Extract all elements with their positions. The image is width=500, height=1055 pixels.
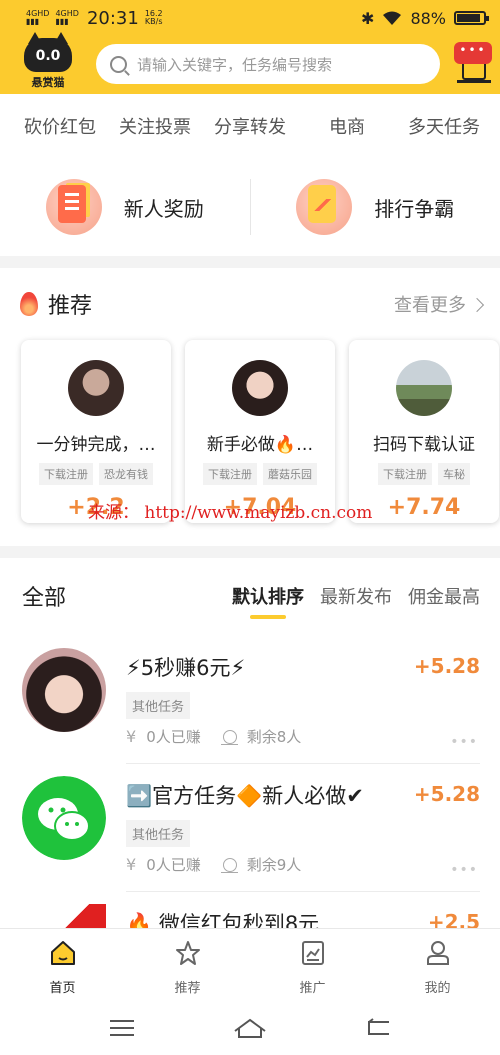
tag: 蘑菇乐园 — [263, 463, 317, 485]
task-price: +2.5 — [427, 910, 480, 928]
earned-count: 0人已赚 — [146, 728, 201, 746]
task-title: 🔥 微信红包秒到8元 — [126, 912, 320, 928]
nav-recommend[interactable]: 推荐 — [125, 929, 250, 1000]
bluetooth-icon: ✱ — [361, 8, 375, 28]
avatar — [232, 360, 288, 416]
promo-row: 新人奖励 排行争霸 — [0, 158, 500, 256]
tag: 下载注册 — [39, 463, 93, 485]
task-title: ➡️官方任务🔶新人必做✔ — [126, 784, 364, 808]
more-options-icon[interactable]: ••• — [450, 734, 478, 750]
task-tag: 其他任务 — [126, 820, 191, 847]
nav-label: 我的 — [424, 981, 451, 996]
task-list-icon — [45, 179, 102, 235]
search-placeholder: 请输入关键字，任务编号搜索 — [137, 55, 333, 74]
person-icon — [220, 729, 238, 745]
person-icon — [220, 857, 238, 873]
category-tab[interactable]: 砍价红包 — [24, 113, 96, 139]
task-item[interactable]: ➡️官方任务🔶新人必做✔ +5.28 其他任务 ¥ 0人已赚 剩余9人 ••• — [0, 764, 500, 892]
nav-label: 首页 — [49, 981, 76, 996]
recommend-card[interactable]: 新手必做🔥… 下载注册 蘑菇乐园 +7.04 — [185, 340, 335, 523]
red-flag-icon — [22, 904, 106, 928]
tag: 下载注册 — [203, 463, 257, 485]
system-nav-bar — [0, 1000, 500, 1055]
earned-count: 0人已赚 — [146, 856, 201, 874]
tag: 下载注册 — [378, 463, 432, 485]
notification-icon: ••• — [454, 42, 492, 64]
nav-promote[interactable]: 推广 — [250, 929, 375, 1000]
chevron-right-icon — [469, 297, 485, 313]
remaining-count: 剩余9人 — [246, 856, 302, 874]
category-tabs: 砍价红包 关注投票 分享转发 电商 多天任务 — [0, 94, 500, 158]
yen-icon: ¥ — [126, 727, 137, 746]
avatar — [68, 360, 124, 416]
task-title: ⚡5秒赚6元⚡ — [126, 656, 246, 680]
card-title: 新手必做🔥… — [206, 435, 314, 455]
sort-newest-tab[interactable]: 最新发布 — [320, 583, 392, 609]
home-icon — [50, 941, 75, 965]
search-input[interactable]: 请输入关键字，任务编号搜索 — [96, 44, 440, 84]
section-title: 全部 — [22, 586, 67, 611]
star-icon — [175, 941, 200, 965]
more-options-icon[interactable]: ••• — [450, 862, 478, 878]
sort-commission-tab[interactable]: 佣金最高 — [408, 583, 480, 609]
app-logo[interactable]: 0.0 悬赏猫 — [22, 32, 74, 92]
see-more-link[interactable]: 查看更多 — [394, 291, 485, 317]
cat-logo-icon: 0.0 — [24, 32, 72, 72]
battery-icon — [454, 11, 489, 25]
avatar — [396, 360, 452, 416]
yen-icon: ¥ — [126, 855, 137, 874]
promo-label: 新人奖励 — [123, 196, 204, 221]
promo-label: 排行争霸 — [374, 196, 455, 221]
network-speed: 16.2 KB/s — [144, 9, 163, 26]
recommend-card[interactable]: 扫码下载认证 下载注册 车秘 +7.74 — [349, 340, 499, 523]
profile-icon — [426, 941, 449, 965]
wechat-icon — [22, 776, 106, 860]
status-bar: 4GHD ▮▮▮ 4GHD ▮▮▮ 20:31 16.2 KB/s ✱ 88% — [0, 0, 500, 36]
ranking-button[interactable]: 排行争霸 — [251, 179, 500, 235]
remaining-count: 剩余8人 — [246, 728, 302, 746]
task-tag: 其他任务 — [126, 692, 191, 719]
search-icon — [110, 55, 127, 73]
home-system-icon[interactable] — [233, 1017, 267, 1039]
recommend-card[interactable]: 一分钟完成，… 下载注册 恐龙有钱 +2.2 — [21, 340, 171, 523]
nav-label: 推荐 — [174, 981, 201, 996]
category-tab[interactable]: 关注投票 — [119, 113, 191, 139]
task-price: +5.28 — [413, 782, 480, 806]
tag: 车秘 — [438, 463, 470, 485]
fire-icon — [20, 292, 38, 316]
section-title: 推荐 — [48, 294, 93, 319]
all-tasks-section: 全部 默认排序 最新发布 佣金最高 ⚡5秒赚6元⚡ +5.28 其他任务 ¥ 0… — [0, 558, 500, 928]
clock: 20:31 — [86, 7, 139, 29]
watermark: 来源： http://www.mayizb.cn.com — [88, 503, 373, 523]
app-header: 0.0 悬赏猫 请输入关键字，任务编号搜索 ••• — [0, 32, 500, 94]
signal-icon: 4GHD ▮▮▮ — [55, 9, 79, 26]
back-icon[interactable] — [365, 1017, 391, 1038]
card-title: 一分钟完成，… — [36, 435, 156, 455]
chart-icon — [301, 941, 324, 965]
signal-icon: 4GHD ▮▮▮ — [26, 9, 50, 26]
logo-text: 悬赏猫 — [31, 76, 65, 89]
notification-button[interactable]: ••• — [454, 42, 494, 86]
task-item[interactable]: ⚡5秒赚6元⚡ +5.28 其他任务 ¥ 0人已赚 剩余8人 ••• — [0, 636, 500, 764]
battery-percent: 88% — [410, 8, 446, 28]
task-price: +5.28 — [413, 654, 480, 678]
avatar — [22, 648, 106, 732]
wifi-icon — [383, 11, 402, 25]
menu-icon[interactable] — [109, 1019, 135, 1037]
nav-home[interactable]: 首页 — [0, 929, 125, 1000]
category-tab[interactable]: 多天任务 — [408, 113, 480, 139]
task-item[interactable]: 🔥 微信红包秒到8元 +2.5 — [0, 892, 500, 928]
sort-default-tab[interactable]: 默认排序 — [232, 583, 304, 619]
card-title: 扫码下载认证 — [373, 435, 475, 455]
category-tab[interactable]: 电商 — [329, 113, 365, 139]
nav-mine[interactable]: 我的 — [375, 929, 500, 1000]
tag: 恐龙有钱 — [99, 463, 153, 485]
ranking-chart-icon — [296, 179, 353, 235]
new-user-reward-button[interactable]: 新人奖励 — [0, 179, 250, 235]
category-tab[interactable]: 分享转发 — [214, 113, 286, 139]
nav-label: 推广 — [299, 981, 326, 996]
bottom-nav: 首页 推荐 推广 我的 — [0, 928, 500, 1000]
